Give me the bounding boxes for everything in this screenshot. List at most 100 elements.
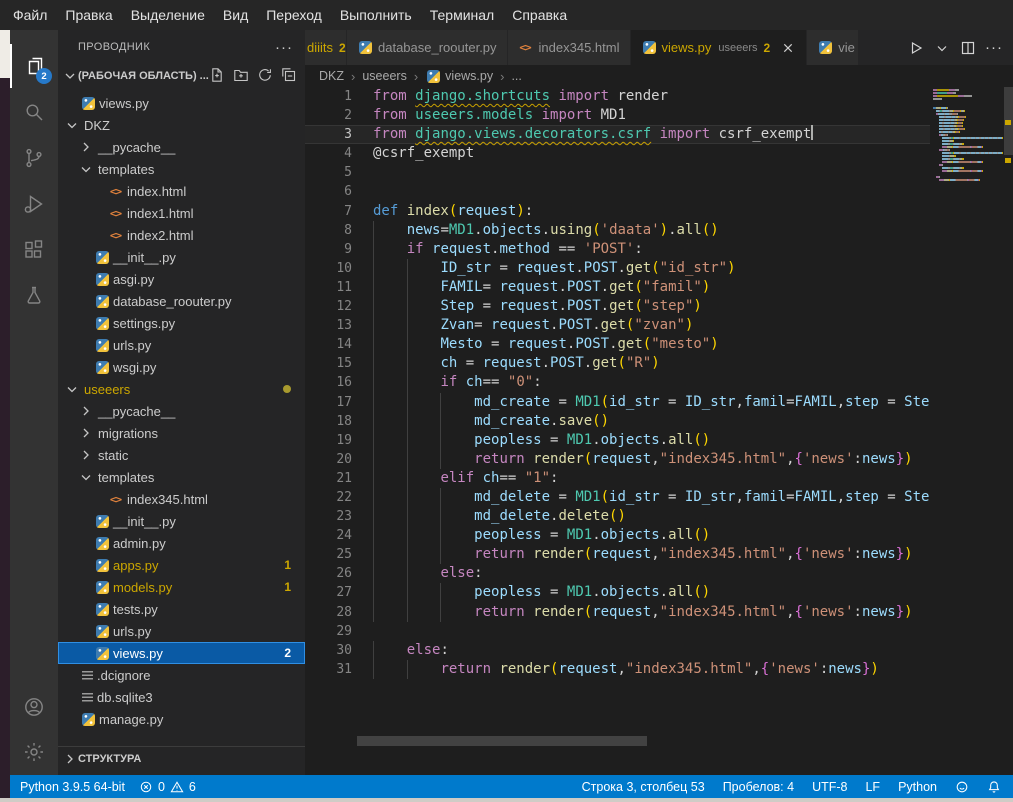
activity-run-debug[interactable] [10, 182, 58, 226]
tab-diiits[interactable]: diiits2 [305, 30, 347, 65]
code-line-3[interactable]: from django.views.decorators.csrf import… [305, 125, 930, 144]
vertical-scrollbar[interactable] [1003, 87, 1013, 763]
breadcrumb-item-DKZ[interactable]: DKZ [319, 69, 344, 83]
menu-item-4[interactable]: Вид [214, 0, 257, 30]
code-line-8[interactable]: news=MD1.objects.using('daata').all() [305, 221, 930, 240]
breadcrumb-item-views.py[interactable]: views.py [445, 69, 493, 83]
tree-item-urls.py[interactable]: urls.py [58, 620, 305, 642]
tree-folder-static[interactable]: static [58, 444, 305, 466]
problems-status[interactable]: 0 6 [139, 780, 196, 794]
tree-item-index345.html[interactable]: <>index345.html [58, 488, 305, 510]
breadcrumb-item-...[interactable]: ... [511, 69, 521, 83]
activity-extensions[interactable] [10, 228, 58, 272]
tree-item-settings.py[interactable]: settings.py [58, 312, 305, 334]
tree-item-admin.py[interactable]: admin.py [58, 532, 305, 554]
code-line-9[interactable]: if request.method == 'POST': [305, 240, 930, 259]
tree-item-index2.html[interactable]: <>index2.html [58, 224, 305, 246]
collapse-all-icon[interactable] [281, 67, 297, 86]
activity-explorer[interactable]: 2 [10, 44, 58, 88]
code-line-10[interactable]: ID_str = request.POST.get("id_str") [305, 259, 930, 278]
tree-folder-__pycache__[interactable]: __pycache__ [58, 136, 305, 158]
code-line-23[interactable]: md_delete.delete() [305, 507, 930, 526]
new-file-icon[interactable] [209, 67, 225, 86]
tab-database_roouter.py[interactable]: database_roouter.py [347, 30, 508, 65]
code-line-12[interactable]: Step = request.POST.get("step") [305, 297, 930, 316]
tree-folder-templates[interactable]: templates [58, 466, 305, 488]
horizontal-scrollbar[interactable] [357, 736, 647, 746]
tree-item-index1.html[interactable]: <>index1.html [58, 202, 305, 224]
tree-item-apps.py[interactable]: apps.py1 [58, 554, 305, 576]
language-mode-status[interactable]: Python [898, 780, 937, 794]
code-line-11[interactable]: FAMIL= request.POST.get("famil") [305, 278, 930, 297]
tree-item-db.sqlite3[interactable]: db.sqlite3 [58, 686, 305, 708]
menu-item-3[interactable]: Выделение [122, 0, 214, 30]
code-line-20[interactable]: return render(request,"index345.html",{'… [305, 450, 930, 469]
code-line-1[interactable]: from django.shortcuts import render [305, 87, 930, 106]
workspace-section-header[interactable]: (РАБОЧАЯ ОБЛАСТЬ) ... [58, 64, 305, 88]
code-line-22[interactable]: md_delete = MD1(id_str = ID_str,famil=FA… [305, 488, 930, 507]
menu-item-5[interactable]: Переход [257, 0, 331, 30]
tree-item-asgi.py[interactable]: asgi.py [58, 268, 305, 290]
code-line-6[interactable] [305, 182, 930, 201]
tree-item-tests.py[interactable]: tests.py [58, 598, 305, 620]
tree-item-index.html[interactable]: <>index.html [58, 180, 305, 202]
notifications-bell-icon[interactable] [987, 780, 1001, 794]
tree-item-models.py[interactable]: models.py1 [58, 576, 305, 598]
indentation-status[interactable]: Пробелов: 4 [723, 780, 794, 794]
code-line-31[interactable]: return render(request,"index345.html",{'… [305, 660, 930, 679]
code-editor[interactable]: from django.shortcuts import renderfrom … [305, 87, 930, 763]
tree-folder-templates[interactable]: templates [58, 158, 305, 180]
minimap[interactable] [930, 87, 1003, 763]
tree-item-__init__.py[interactable]: __init__.py [58, 510, 305, 532]
code-line-2[interactable]: from useeers.models import MD1 [305, 106, 930, 125]
menu-item-1[interactable]: Файл [4, 0, 56, 30]
tree-item-urls.py[interactable]: urls.py [58, 334, 305, 356]
code-line-18[interactable]: md_create.save() [305, 412, 930, 431]
activity-settings[interactable] [10, 730, 58, 774]
tab-views.py[interactable]: views.pyuseeers2 [631, 30, 808, 65]
cursor-position-status[interactable]: Строка 3, столбец 53 [582, 780, 705, 794]
tree-item-wsgi.py[interactable]: wsgi.py [58, 356, 305, 378]
tree-item-views.py[interactable]: views.py2 [58, 642, 305, 664]
encoding-status[interactable]: UTF-8 [812, 780, 847, 794]
code-line-25[interactable]: return render(request,"index345.html",{'… [305, 545, 930, 564]
outline-section-header[interactable]: СТРУКТУРА [58, 746, 305, 770]
menu-item-2[interactable]: Правка [56, 0, 121, 30]
tree-item-__init__.py[interactable]: __init__.py [58, 246, 305, 268]
code-line-17[interactable]: md_create = MD1(id_str = ID_str,famil=FA… [305, 393, 930, 412]
tree-item-views.py[interactable]: views.py [58, 92, 305, 114]
code-line-28[interactable]: return render(request,"index345.html",{'… [305, 603, 930, 622]
activity-search[interactable] [10, 90, 58, 134]
tree-folder-DKZ[interactable]: DKZ [58, 114, 305, 136]
refresh-icon[interactable] [257, 67, 273, 86]
explorer-more-icon[interactable]: ··· [275, 39, 293, 56]
code-line-19[interactable]: peopless = MD1.objects.all() [305, 431, 930, 450]
eol-status[interactable]: LF [865, 780, 880, 794]
code-line-5[interactable] [305, 163, 930, 182]
tab-index345.html[interactable]: <>index345.html [508, 30, 631, 65]
run-dropdown[interactable] [931, 37, 953, 59]
code-line-16[interactable]: if ch== "0": [305, 373, 930, 392]
tree-item-.dcignore[interactable]: .dcignore [58, 664, 305, 686]
menu-item-6[interactable]: Выполнить [331, 0, 421, 30]
code-line-14[interactable]: Mesto = request.POST.get("mesto") [305, 335, 930, 354]
code-line-24[interactable]: peopless = MD1.objects.all() [305, 526, 930, 545]
run-button[interactable] [905, 37, 927, 59]
menu-item-7[interactable]: Терминал [421, 0, 503, 30]
activity-source-control[interactable] [10, 136, 58, 180]
code-line-21[interactable]: elif ch== "1": [305, 469, 930, 488]
tab-vie[interactable]: vie [807, 30, 859, 65]
tree-folder-__pycache__[interactable]: __pycache__ [58, 400, 305, 422]
new-folder-icon[interactable] [233, 67, 249, 86]
activity-accounts[interactable] [10, 685, 58, 729]
close-icon[interactable] [780, 40, 796, 56]
code-line-4[interactable]: @csrf_exempt [305, 144, 930, 163]
code-line-29[interactable] [305, 622, 930, 641]
code-line-15[interactable]: ch = request.POST.get("R") [305, 354, 930, 373]
python-interpreter-status[interactable]: Python 3.9.5 64-bit [20, 780, 125, 794]
menu-item-8[interactable]: Справка [503, 0, 576, 30]
tree-folder-migrations[interactable]: migrations [58, 422, 305, 444]
code-line-30[interactable]: else: [305, 641, 930, 660]
more-actions-button[interactable]: ··· [983, 37, 1005, 59]
code-line-13[interactable]: Zvan= request.POST.get("zvan") [305, 316, 930, 335]
